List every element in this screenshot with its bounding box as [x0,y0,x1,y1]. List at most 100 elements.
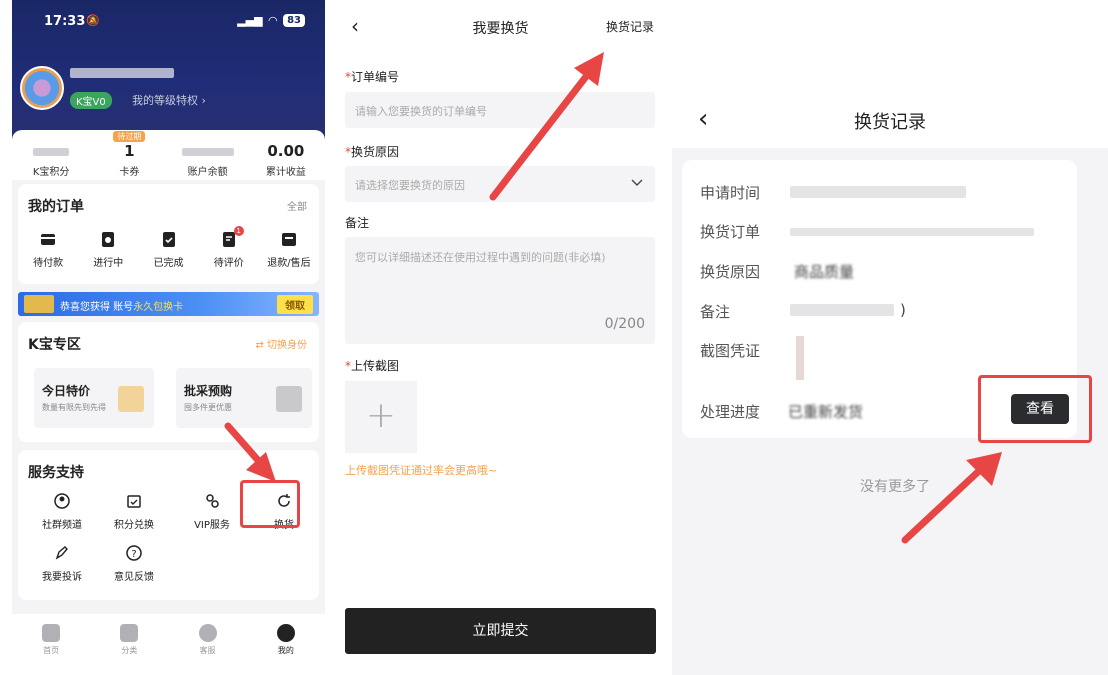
order-label: 进行中 [93,258,124,269]
service-complaint[interactable]: 我要投诉 [32,544,92,583]
service-vip[interactable]: VIP服务 [182,492,242,531]
bulk-preorder-tile[interactable]: 批采预购 囤多件更优惠 [176,368,312,428]
orders-all-link[interactable]: 全部 [287,198,307,213]
switch-identity-link[interactable]: ⇄ 切换身份 [255,336,307,351]
note-blurred [790,304,894,316]
reason-label: *换货原因 [345,143,399,160]
apply-time-label: 申请时间 [700,184,761,202]
exchange-records-link[interactable]: 换货记录 [606,18,654,35]
tab-home[interactable]: 首页 [12,614,90,675]
calendar-icon [118,386,144,412]
check-clipboard-icon [162,232,175,247]
service-label: 社群频道 [42,520,82,531]
status-time: 17:33 [44,14,86,29]
order-label: 待付款 [33,258,64,269]
label-text: 订单编号 [351,70,400,84]
refund-icon [281,233,296,246]
clock-icon [102,232,115,247]
order-to-review[interactable]: 1 待评价 [199,226,259,269]
screenshot-thumbnail[interactable] [796,336,804,380]
placeholder: 请输入您要换货的订单编号 [355,105,487,118]
order-label: 待评价 [213,258,244,269]
placeholder: 您可以详细描述还在使用过程中遇到的问题(非必填) [355,251,606,264]
char-counter: 0/200 [604,316,645,332]
username-blurred [70,68,174,78]
order-label: 换货订单 [700,223,761,241]
boxes-icon [276,386,302,412]
home-icon [42,624,61,642]
stat-earnings[interactable]: 0.00 累计收益 [247,130,325,180]
no-more-text: 没有更多了 [860,479,930,495]
kzone-card: K宝专区 ⇄ 切换身份 今日特价 数量有限先到先得 批采预购 囤多件更优惠 [18,322,319,442]
avatar[interactable] [20,66,64,110]
placeholder: 请选择您要换货的原因 [355,179,465,192]
stat-coupons[interactable]: 待过期 1 卡券 [90,130,168,180]
progress-label: 处理进度 [700,403,761,421]
service-feedback[interactable]: ? 意见反馈 [104,544,164,583]
grid-icon [120,624,139,642]
order-completed[interactable]: 已完成 [138,230,198,269]
tile-title: 今日特价 [42,384,91,398]
service-points-exchange[interactable]: 积分兑换 [104,492,164,531]
records-header: ‹ 换货记录 [672,0,1108,148]
service-label: 积分兑换 [114,520,154,531]
tile-title: 批采预购 [184,384,233,398]
order-refund[interactable]: 退款/售后 [259,230,319,269]
submit-button[interactable]: 立即提交 [345,608,656,654]
level-badge: K宝V0 [70,92,112,109]
expiring-tag: 待过期 [113,131,146,142]
profile-panel: 17:33 🔕 ▂▄▆ ◠ 83 K宝V0 我的等级特权 › K宝积分 待过期 … [12,0,325,675]
stat-value: 0.00 [267,142,305,160]
tab-service[interactable]: 客服 [169,614,247,675]
highlight-view-box [978,375,1092,443]
level-perks-link[interactable]: 我的等级特权 › [132,92,206,108]
reason-select[interactable]: 请选择您要换货的原因 [345,166,655,202]
banner-text-a: 恭喜您获得 账号 [60,302,134,313]
tab-label: 首页 [43,646,60,655]
stat-points[interactable]: K宝积分 [12,130,90,180]
tile-sub: 囤多件更优惠 [184,403,232,412]
label-text: 换货原因 [351,145,400,159]
note-value: ) [900,301,906,319]
svg-text:?: ? [131,549,136,560]
progress-value: 已重新发货 [788,403,864,421]
stat-value: 1 [124,142,135,160]
records-nav-bar: ‹ 换货记录 [672,106,1108,134]
stat-label: 卡券 [119,167,140,178]
tile-sub: 数量有限先到先得 [42,403,106,412]
highlight-exchange-box [240,480,300,528]
screenshot-label: 截图凭证 [700,342,761,360]
wifi-icon: ◠ [268,14,278,27]
calendar-check-icon [127,495,141,508]
service-label: 我要投诉 [42,572,82,583]
upload-label: *上传截图 [345,357,399,374]
service-community[interactable]: 社群频道 [32,492,92,531]
stat-label: 账户余额 [187,167,228,178]
label-text: 上传截图 [351,359,400,373]
upload-add-button[interactable]: + [345,381,417,453]
tab-mine[interactable]: 我的 [247,614,325,675]
tab-label: 我的 [277,646,294,655]
exchange-card-banner[interactable]: 恭喜您获得 账号永久包换卡 领取 [18,292,319,316]
order-label: 已完成 [153,258,184,269]
reason-label: 换货原因 [700,263,761,281]
exchange-card-icon [24,295,54,313]
claim-button[interactable]: 领取 [277,295,313,314]
stat-balance[interactable]: 账户余额 [169,130,247,180]
banner-text: 恭喜您获得 账号永久包换卡 [60,298,183,313]
reason-value: 商品质量 [794,263,855,281]
orders-card: 我的订单 全部 待付款 进行中 已完成 1 待评价 退款/售后 [18,184,319,284]
daily-deal-tile[interactable]: 今日特价 数量有限先到先得 [34,368,154,428]
exchange-records-panel: ‹ 换货记录 申请时间 换货订单 换货原因 商品质量 备注 ) 截图凭证 处理进… [672,0,1108,675]
note-textarea[interactable]: 您可以详细描述还在使用过程中遇到的问题(非必填) 0/200 [345,237,655,344]
order-in-progress[interactable]: 进行中 [78,230,138,269]
exchange-form-panel: ‹ 我要换货 换货记录 *订单编号 请输入您要换货的订单编号 *换货原因 请选择… [337,0,664,675]
battery-icon: 83 [283,14,305,27]
mute-bell-icon: 🔕 [86,14,100,27]
pen-icon [55,546,68,560]
order-pending-payment[interactable]: 待付款 [18,230,78,269]
order-no-input[interactable]: 请输入您要换货的订单编号 [345,92,655,128]
people-icon [206,494,219,508]
review-badge: 1 [233,226,244,236]
tab-category[interactable]: 分类 [90,614,168,675]
